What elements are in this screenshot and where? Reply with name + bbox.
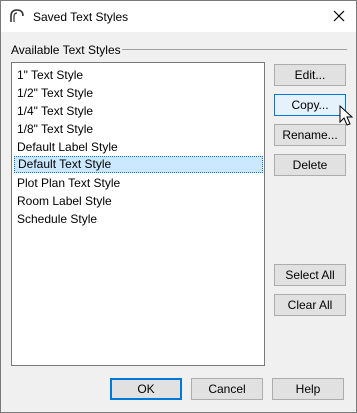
list-item[interactable]: Schedule Style (14, 211, 263, 228)
delete-button[interactable]: Delete (274, 154, 346, 176)
cancel-button[interactable]: Cancel (191, 378, 263, 400)
group-divider (122, 49, 347, 50)
close-icon[interactable] (332, 9, 346, 23)
window-title: Saved Text Styles (33, 10, 129, 24)
list-item[interactable]: Room Label Style (14, 193, 263, 210)
clear-all-button[interactable]: Clear All (274, 294, 346, 316)
list-item[interactable]: Plot Plan Text Style (14, 175, 263, 192)
copy-button[interactable]: Copy... (274, 94, 346, 116)
text-styles-list[interactable]: 1" Text Style 1/2" Text Style 1/4" Text … (11, 62, 265, 366)
list-item[interactable]: 1/2" Text Style (14, 85, 263, 102)
ok-button[interactable]: OK (110, 378, 182, 400)
mouse-pointer-icon (339, 105, 353, 126)
list-item[interactable]: Default Label Style (14, 139, 263, 156)
select-all-button[interactable]: Select All (274, 264, 346, 286)
list-item[interactable]: 1" Text Style (14, 67, 263, 84)
rename-button[interactable]: Rename... (274, 124, 346, 146)
title-bar: Saved Text Styles (1, 1, 356, 32)
group-label: Available Text Styles (11, 43, 121, 57)
arch-icon (10, 9, 24, 22)
dialog-window: Saved Text Styles Available Text Styles … (0, 0, 357, 413)
list-item[interactable]: 1/8" Text Style (14, 121, 263, 138)
help-button[interactable]: Help (272, 378, 344, 400)
list-item[interactable]: 1/4" Text Style (14, 103, 263, 120)
list-item-selected[interactable]: Default Text Style (14, 156, 263, 173)
edit-button[interactable]: Edit... (274, 64, 346, 86)
